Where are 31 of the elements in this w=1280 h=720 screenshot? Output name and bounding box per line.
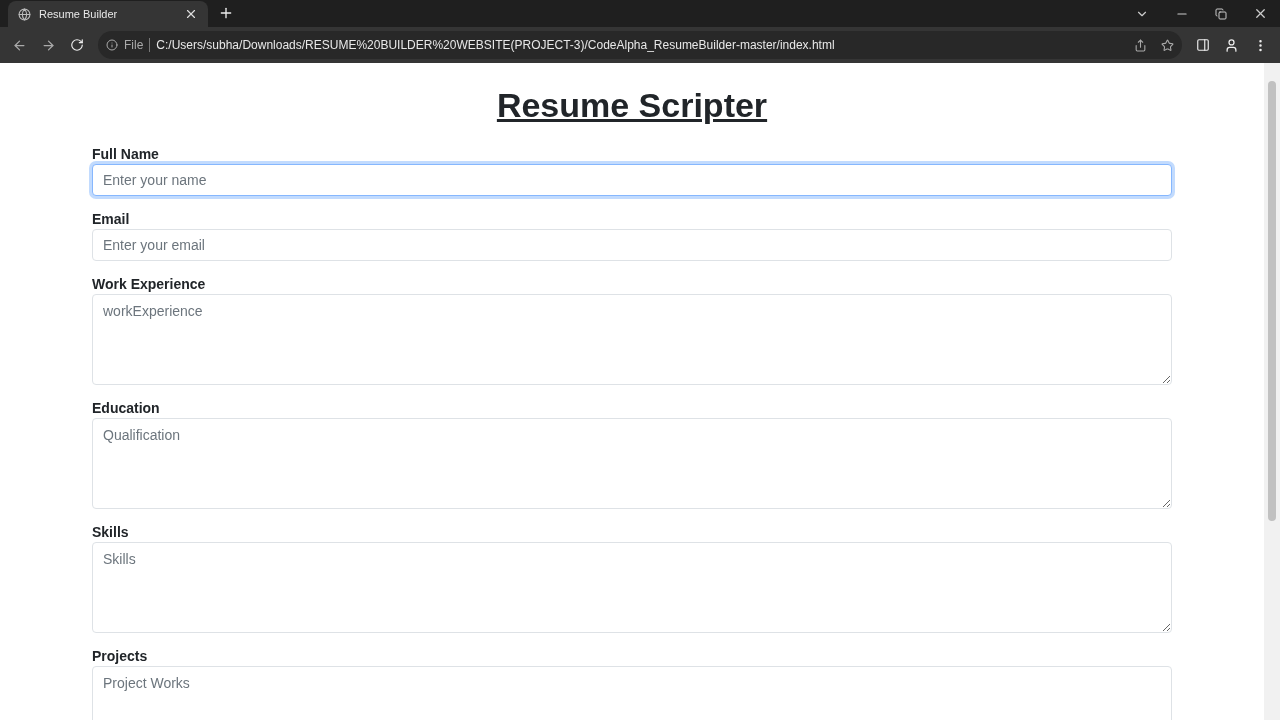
info-icon xyxy=(106,39,118,51)
restore-icon[interactable] xyxy=(1215,7,1227,20)
text-area[interactable]: Project Works xyxy=(92,666,1172,720)
reload-icon[interactable] xyxy=(70,38,84,52)
close-icon[interactable] xyxy=(184,7,198,21)
new-tab-icon[interactable] xyxy=(218,5,234,21)
text-area[interactable]: Qualification xyxy=(92,418,1172,509)
page-title: Resume Scripter xyxy=(495,85,769,126)
forward-icon[interactable] xyxy=(41,37,56,53)
text-area[interactable]: Skills xyxy=(92,542,1172,633)
address-bar[interactable]: File C:/Users/subha/Downloads/RESUME%20BUILDER%20WEBSITE(PROJECT-3)/CodeAlpha_ResumeBuilder-master/index.html xyxy=(98,31,1182,59)
star-icon[interactable] xyxy=(1161,38,1174,52)
url-scheme: File xyxy=(124,37,144,54)
url-text: C:/Users/subha/Downloads/RESUME%20BUILDER%20WEBSITE(PROJECT-3)/CodeAlpha_ResumeBuilder-master/index.html xyxy=(156,37,836,54)
field-label: Education xyxy=(92,399,161,418)
back-icon[interactable] xyxy=(12,37,27,53)
field-label: Full Name xyxy=(92,145,160,164)
field-label: Email xyxy=(92,210,131,229)
scrollbar[interactable] xyxy=(1264,63,1280,720)
close-window-icon[interactable] xyxy=(1253,6,1268,21)
field-label: Projects xyxy=(92,647,149,666)
profile-icon[interactable] xyxy=(1224,37,1239,53)
field-label: Skills xyxy=(92,523,130,542)
browser-tab[interactable]: Resume Builder xyxy=(8,1,208,27)
globe-icon xyxy=(18,7,31,21)
field-label: Work Experience xyxy=(92,275,207,294)
side-panel-icon[interactable] xyxy=(1196,38,1210,52)
tab-title: Resume Builder xyxy=(39,6,119,22)
text-field[interactable]: Enter your name xyxy=(92,164,1172,196)
text-area[interactable]: workExperience xyxy=(92,294,1172,385)
share-icon[interactable] xyxy=(1134,38,1147,52)
